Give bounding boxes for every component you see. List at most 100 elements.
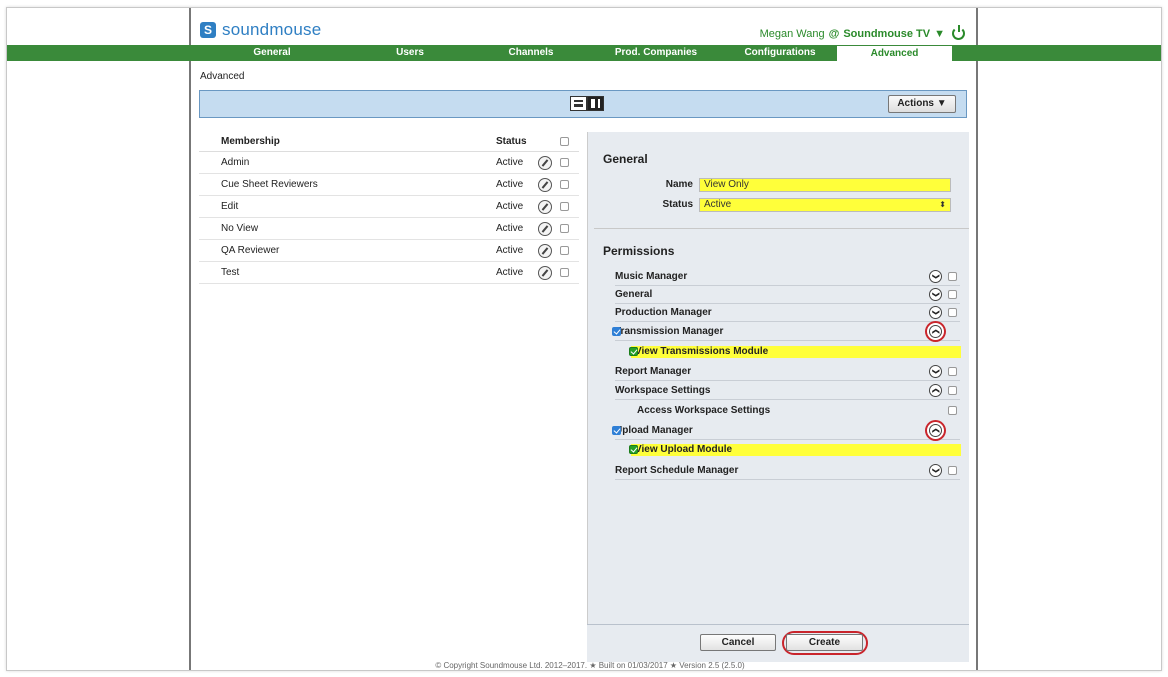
breadcrumb: Advanced (200, 71, 245, 82)
expand-chevron-icon[interactable]: ❯ (929, 365, 942, 378)
tab-users[interactable]: Users (347, 45, 473, 61)
permission-label: Workspace Settings (615, 385, 711, 396)
permission-checkbox[interactable] (948, 466, 957, 475)
table-row[interactable]: Edit Active (199, 196, 579, 218)
user-menu[interactable]: Megan Wang @ Soundmouse TV ▼ (759, 25, 965, 40)
permission-label: View Upload Module (635, 444, 733, 455)
list-view-button[interactable] (570, 96, 587, 111)
row-checkbox[interactable] (560, 268, 569, 277)
permission-general: General ❯ (615, 286, 960, 304)
collapse-chevron-icon[interactable]: ❮ (929, 424, 942, 437)
form-actions: Cancel Create (587, 624, 969, 662)
permissions-section-title: Permissions (603, 244, 675, 258)
soundmouse-logo-icon: S (200, 22, 216, 38)
row-checkbox[interactable] (560, 202, 569, 211)
membership-header: Membership Status (199, 132, 579, 152)
membership-column-header[interactable]: Membership (221, 136, 496, 147)
membership-status: Active (496, 201, 524, 212)
edit-icon[interactable] (538, 155, 552, 170)
name-field[interactable]: View Only (699, 178, 951, 192)
tab-advanced[interactable]: Advanced (837, 45, 952, 69)
name-label: Name (665, 179, 693, 190)
select-all-checkbox[interactable] (560, 137, 569, 146)
permission-music-manager: Music Manager ❯ (615, 268, 960, 286)
general-section-title: General (603, 152, 648, 166)
membership-status: Active (496, 267, 524, 278)
expand-chevron-icon[interactable]: ❯ (929, 464, 942, 477)
user-name: Megan Wang (759, 27, 825, 40)
status-label: Status (662, 199, 693, 210)
table-row[interactable]: No View Active (199, 218, 579, 240)
permission-label: Access Workspace Settings (637, 405, 771, 416)
power-icon[interactable] (952, 25, 965, 40)
membership-status: Active (496, 245, 524, 256)
edit-icon[interactable] (538, 177, 552, 192)
permission-checkbox[interactable] (629, 347, 638, 356)
edit-icon[interactable] (538, 221, 552, 236)
edit-icon[interactable] (538, 243, 552, 258)
permission-label: General (615, 289, 653, 300)
permission-label: Transmission Manager (615, 326, 724, 337)
membership-name: Test (221, 267, 240, 278)
tab-prod-companies[interactable]: Prod. Companies (589, 45, 723, 61)
tab-general[interactable]: General (197, 45, 347, 61)
table-row[interactable]: Cue Sheet Reviewers Active (199, 174, 579, 196)
permission-label: Music Manager (615, 271, 688, 282)
row-checkbox[interactable] (560, 180, 569, 189)
membership-status: Active (496, 223, 524, 234)
permission-view-transmissions-module: View Transmissions Module (629, 346, 961, 358)
edit-icon[interactable] (538, 199, 552, 214)
permission-checkbox[interactable] (948, 386, 957, 395)
status-select[interactable]: Active ⬍ (699, 198, 951, 212)
permission-checkbox[interactable] (948, 406, 957, 415)
logo[interactable]: S soundmouse (200, 20, 321, 40)
right-border (976, 8, 978, 670)
permission-label: Report Schedule Manager (615, 465, 739, 476)
split-view-button[interactable] (587, 96, 604, 111)
tab-channels[interactable]: Channels (473, 45, 589, 61)
permission-label: Upload Manager (615, 425, 693, 436)
table-row[interactable]: Admin Active (199, 152, 579, 174)
permission-workspace-settings: Workspace Settings ❮ (615, 382, 960, 400)
table-row[interactable]: Test Active (199, 262, 579, 284)
permission-label: View Transmissions Module (635, 346, 769, 357)
expand-chevron-icon[interactable]: ❯ (929, 270, 942, 283)
row-checkbox[interactable] (560, 224, 569, 233)
permission-checkbox[interactable] (612, 426, 621, 435)
membership-status: Active (496, 157, 524, 168)
permission-checkbox[interactable] (612, 327, 621, 336)
expand-chevron-icon[interactable]: ❯ (929, 306, 942, 319)
expand-chevron-icon[interactable]: ❯ (929, 288, 942, 301)
tab-configurations[interactable]: Configurations (723, 45, 837, 61)
create-button[interactable]: Create (786, 634, 863, 651)
membership-name: Admin (221, 157, 250, 168)
status-column-header[interactable]: Status (496, 136, 560, 147)
left-border (189, 8, 191, 670)
membership-name: Edit (221, 201, 239, 212)
row-checkbox[interactable] (560, 246, 569, 255)
collapse-chevron-icon[interactable]: ❮ (929, 384, 942, 397)
select-arrows-icon: ⬍ (939, 200, 946, 209)
permission-production-manager: Production Manager ❯ (615, 304, 960, 322)
permission-label: Production Manager (615, 307, 712, 318)
permission-checkbox[interactable] (629, 445, 638, 454)
table-row[interactable]: QA Reviewer Active (199, 240, 579, 262)
split-view-icon (591, 99, 600, 108)
user-org: Soundmouse TV (843, 27, 931, 40)
user-at: @ (828, 27, 840, 40)
collapse-chevron-icon[interactable]: ❮ (929, 325, 942, 338)
membership-name: QA Reviewer (221, 245, 280, 256)
permission-checkbox[interactable] (948, 290, 957, 299)
app-frame: S soundmouse Megan Wang @ Soundmouse TV … (6, 7, 1162, 671)
toolbar: Actions ▼ (199, 90, 967, 118)
permission-upload-manager: Upload Manager ❮ (612, 422, 960, 440)
edit-icon[interactable] (538, 265, 552, 280)
permission-checkbox[interactable] (948, 272, 957, 281)
cancel-button[interactable]: Cancel (700, 634, 776, 651)
permission-checkbox[interactable] (948, 308, 957, 317)
row-checkbox[interactable] (560, 158, 569, 167)
permission-view-upload-module: View Upload Module (629, 444, 961, 456)
actions-button[interactable]: Actions ▼ (888, 95, 956, 113)
permission-access-workspace-settings: Access Workspace Settings (615, 402, 960, 420)
permission-checkbox[interactable] (948, 367, 957, 376)
